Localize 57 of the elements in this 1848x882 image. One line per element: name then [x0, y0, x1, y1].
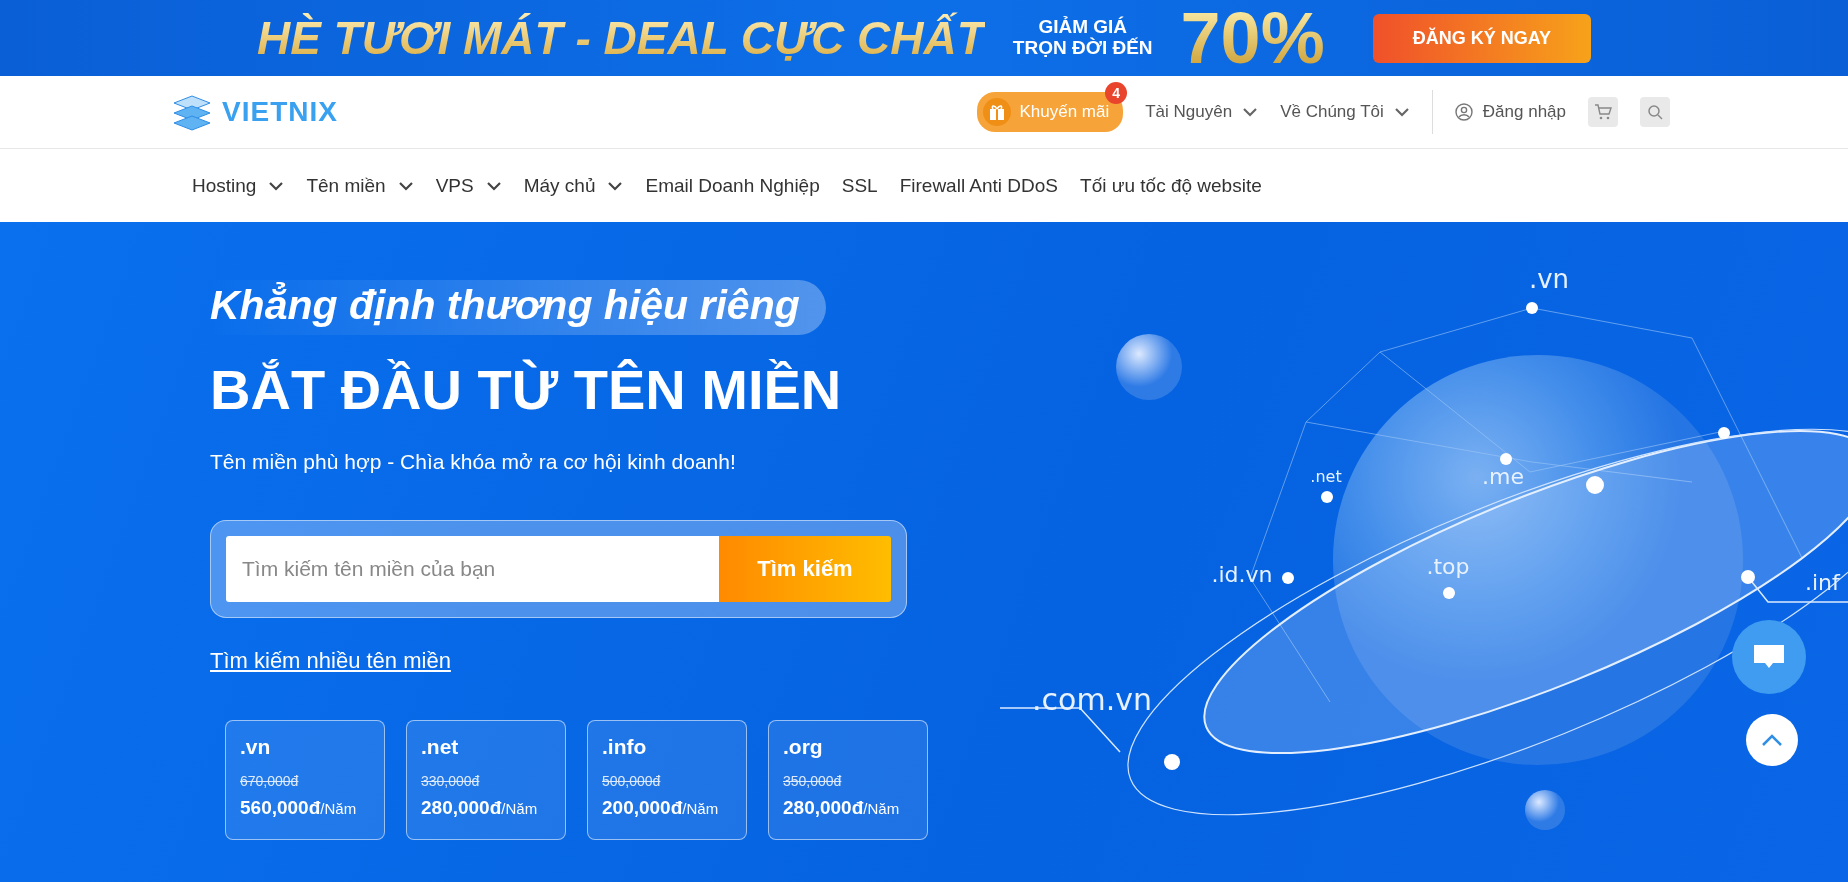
small-sphere-drawing — [1116, 334, 1182, 400]
nav-menu-item[interactable]: Hosting — [192, 174, 285, 197]
nav-menu-item[interactable]: VPS — [435, 174, 502, 197]
banner-discount-text: TRỌN ĐỜI ĐẾN — [1012, 38, 1153, 59]
domain-price-card[interactable]: .info 500,000đ 200,000đ/Năm — [587, 720, 747, 840]
price-unit: /Năm — [501, 800, 538, 817]
header-menu-link[interactable]: Tài Nguyên — [1145, 102, 1259, 122]
old-price: 330,000đ — [421, 773, 481, 789]
price-unit: /Năm — [320, 800, 357, 817]
price: 560,000đ — [240, 797, 321, 819]
old-price: 500,000đ — [602, 773, 662, 789]
domain-price-card[interactable]: .org 350,000đ 280,000đ/Năm — [768, 720, 928, 840]
login-link[interactable]: Đăng nhập — [1454, 102, 1566, 122]
price-unit: /Năm — [682, 800, 719, 817]
nav-menu-item[interactable]: Tên miền — [306, 174, 414, 197]
gift-icon — [988, 103, 1007, 121]
hero-title: BẮT ĐẦU TỪ TÊN MIỀN — [210, 357, 842, 422]
header-menu-link[interactable]: Về Chúng Tôi — [1280, 102, 1410, 122]
notification-badge: 4 — [1105, 82, 1128, 104]
domain-search-field[interactable]: Tìm kiếm tên miền của bạn — [226, 536, 719, 602]
nav-menu-item[interactable]: Firewall Anti DDoS — [899, 174, 1059, 197]
nav-menu-item[interactable]: SSL — [841, 174, 878, 197]
multi-domain-search-link[interactable]: Tìm kiếm nhiều tên miền — [210, 648, 451, 674]
domain-extension-label: .top — [1426, 554, 1470, 579]
price: 280,000đ — [783, 797, 864, 819]
domain-extension: .vn — [240, 735, 272, 759]
hero-tagline: Khẳng định thương hiệu riêng — [210, 280, 826, 335]
domain-extension: .net — [421, 735, 460, 759]
hero-subtitle: Tên miền phù hợp - Chìa khóa mở ra cơ hội kinh doanh! — [210, 450, 736, 474]
old-price: 670,000đ — [240, 773, 300, 789]
small-sphere-drawing — [1525, 790, 1565, 830]
search-icon — [1647, 104, 1663, 120]
domain-extension: .info — [602, 735, 648, 759]
domain-extension-label: .com.vn — [1032, 682, 1152, 717]
scroll-to-top-button[interactable] — [1746, 714, 1798, 766]
domain-extension-label: .id.vn — [1211, 562, 1273, 587]
domain-extension-label: .net — [1310, 467, 1342, 486]
nav-menu-item[interactable]: Email Doanh Nghiệp — [645, 174, 820, 197]
domain-extension: .org — [783, 735, 824, 759]
domain-extension-label: .vn — [1528, 264, 1570, 294]
promo-banner[interactable]: HÈ TƯƠI MÁT - DEAL CỰC CHẤT GIẢM GIÁ TRỌN ĐỜI ĐẾN 70% ĐĂNG KÝ NGAY — [0, 0, 1848, 76]
old-price: 350,000đ — [783, 773, 843, 789]
logo-text: VIETNIX — [222, 96, 338, 128]
domain-price-card[interactable]: .vn 670,000đ 560,000đ/Năm — [225, 720, 385, 840]
domain-extension-label: .me — [1482, 464, 1524, 489]
cart-icon — [1594, 103, 1612, 121]
nav-menu-item[interactable]: Máy chủ — [523, 174, 624, 197]
banner-discount-text: GIẢM GIÁ — [1038, 17, 1128, 38]
user-icon — [1454, 103, 1473, 121]
nav-menu-item[interactable]: Tối ưu tốc độ website — [1080, 174, 1262, 197]
cart-button[interactable] — [1588, 97, 1618, 127]
price-unit: /Năm — [863, 800, 900, 817]
chevron-up-icon — [1761, 733, 1783, 747]
domain-price-card[interactable]: .net 330,000đ 280,000đ/Năm — [406, 720, 566, 840]
price: 200,000đ — [602, 797, 683, 819]
price: 280,000đ — [421, 797, 502, 819]
search-button[interactable] — [1640, 97, 1670, 127]
